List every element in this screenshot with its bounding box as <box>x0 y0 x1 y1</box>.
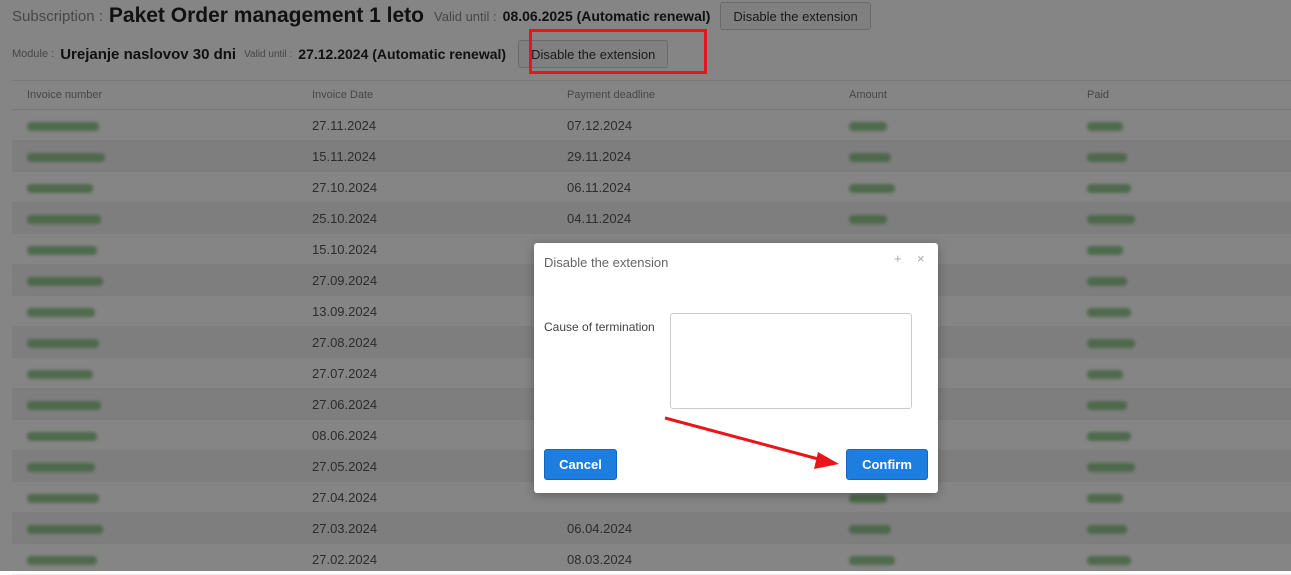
annotation-highlight-box <box>529 29 707 74</box>
page: Subscription : Paket Order management 1 … <box>0 0 1291 575</box>
dialog-title: Disable the extension <box>544 255 669 270</box>
confirm-button[interactable]: Confirm <box>846 449 928 480</box>
disable-extension-dialog: Disable the extension + × Cause of termi… <box>534 243 938 493</box>
cancel-button[interactable]: Cancel <box>544 449 617 480</box>
cause-of-termination-label: Cause of termination <box>544 320 655 334</box>
maximize-icon[interactable]: + <box>894 251 902 266</box>
close-icon[interactable]: × <box>917 251 925 266</box>
cause-of-termination-textarea[interactable] <box>670 313 912 409</box>
